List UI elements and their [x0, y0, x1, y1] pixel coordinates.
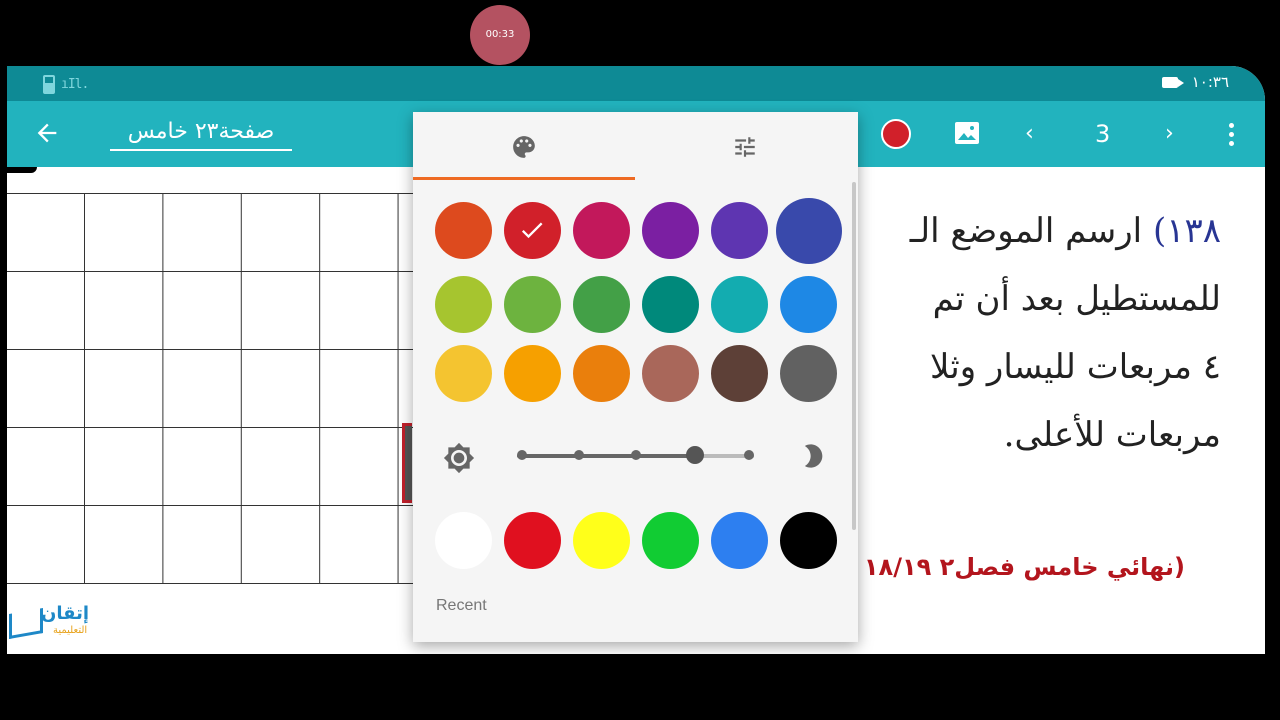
- color-swatch[interactable]: [711, 345, 768, 402]
- basic-color-swatch[interactable]: [711, 512, 768, 569]
- basic-color-swatch[interactable]: [642, 512, 699, 569]
- check-icon: [521, 222, 543, 239]
- brightness-tick: [517, 450, 527, 460]
- basic-colors: [435, 512, 837, 581]
- tab-palette[interactable]: [413, 112, 635, 180]
- palette-row: [435, 345, 842, 402]
- color-swatch[interactable]: [711, 202, 768, 259]
- basic-color-row: [435, 512, 837, 569]
- basic-color-swatch[interactable]: [435, 512, 492, 569]
- question-line-1: ١٣٨) ارسم الموضع الـ: [909, 211, 1221, 251]
- picker-tabs: [413, 112, 858, 180]
- square-grid: [7, 193, 427, 584]
- color-swatch[interactable]: [573, 345, 630, 402]
- palette-row: [435, 198, 842, 264]
- color-swatch[interactable]: [573, 202, 630, 259]
- video-camera-icon: [1161, 76, 1184, 88]
- sliders-icon: [735, 137, 755, 157]
- chevron-left-icon[interactable]: ‹: [1025, 121, 1034, 146]
- color-swatch[interactable]: [435, 276, 492, 333]
- color-swatch[interactable]: [776, 198, 842, 264]
- book-icon: [9, 608, 43, 639]
- palette-icon: [513, 136, 535, 158]
- basic-color-swatch[interactable]: [573, 512, 630, 569]
- recorder-time: 00:33: [485, 29, 515, 40]
- color-swatch[interactable]: [435, 202, 492, 259]
- brand-logo: إتقان التعليمية: [7, 603, 103, 647]
- status-left: ıIl.: [43, 75, 89, 94]
- chevron-right-icon[interactable]: ›: [1165, 121, 1174, 146]
- recent-label: Recent: [436, 597, 487, 614]
- color-swatch[interactable]: [780, 276, 837, 333]
- logo-subtitle: التعليمية: [53, 625, 88, 636]
- battery-icon: [43, 75, 55, 94]
- drawn-rectangle: [402, 423, 412, 503]
- page-number: 3: [1095, 120, 1111, 148]
- color-swatch[interactable]: [642, 202, 699, 259]
- status-time: ١٠:٣٦: [1191, 73, 1229, 91]
- image-icon[interactable]: [955, 122, 979, 144]
- color-swatch[interactable]: [642, 345, 699, 402]
- sun-icon: [443, 442, 475, 474]
- brightness-tick: [574, 450, 584, 460]
- moon-icon: [804, 444, 823, 468]
- color-swatch[interactable]: [642, 276, 699, 333]
- color-swatch[interactable]: [504, 202, 561, 259]
- question-line-2: للمستطيل بعد أن تم: [932, 279, 1221, 319]
- screen-recorder-bubble[interactable]: 00:33: [470, 5, 530, 65]
- page-corner: [7, 167, 37, 173]
- brightness-tick: [631, 450, 641, 460]
- palette-row: [435, 276, 842, 333]
- question-number: ١٣٨): [1152, 211, 1221, 251]
- picker-scrollbar[interactable]: [852, 182, 856, 530]
- back-arrow-icon[interactable]: [33, 119, 61, 147]
- palette-swatches: [435, 198, 842, 414]
- current-color-button[interactable]: [881, 119, 911, 149]
- color-picker-popup: Recent: [413, 112, 858, 642]
- more-vert-icon[interactable]: [1229, 123, 1235, 150]
- color-swatch[interactable]: [435, 345, 492, 402]
- brightness-slider-thumb[interactable]: [685, 446, 704, 464]
- brightness-tick: [744, 450, 754, 460]
- basic-color-swatch[interactable]: [780, 512, 837, 569]
- color-swatch[interactable]: [711, 276, 768, 333]
- color-swatch[interactable]: [780, 345, 837, 402]
- color-swatch[interactable]: [504, 276, 561, 333]
- page-title-field[interactable]: صفحة٢٣ خامس: [110, 115, 292, 151]
- logo-name: إتقان: [41, 603, 90, 624]
- brightness-control: [443, 440, 833, 474]
- color-swatch[interactable]: [504, 345, 561, 402]
- tab-adjust[interactable]: [635, 112, 857, 180]
- status-right: ١٠:٣٦: [1161, 73, 1229, 91]
- color-swatch[interactable]: [573, 276, 630, 333]
- basic-color-swatch[interactable]: [504, 512, 561, 569]
- status-bar: ıIl. ١٠:٣٦: [7, 66, 1265, 101]
- question-line-4: مربعات للأعلى.: [1003, 415, 1221, 455]
- question-line-3: ٤ مربعات لليسار وثلا: [929, 347, 1221, 387]
- question-text: ١٣٨) ارسم الموضع الـ للمستطيل بعد أن تم …: [801, 197, 1221, 469]
- exam-source-note: (نهائي خامس فصل٢ ١٨/١٩: [863, 553, 1185, 581]
- signal-icon: ıIl.: [61, 77, 89, 92]
